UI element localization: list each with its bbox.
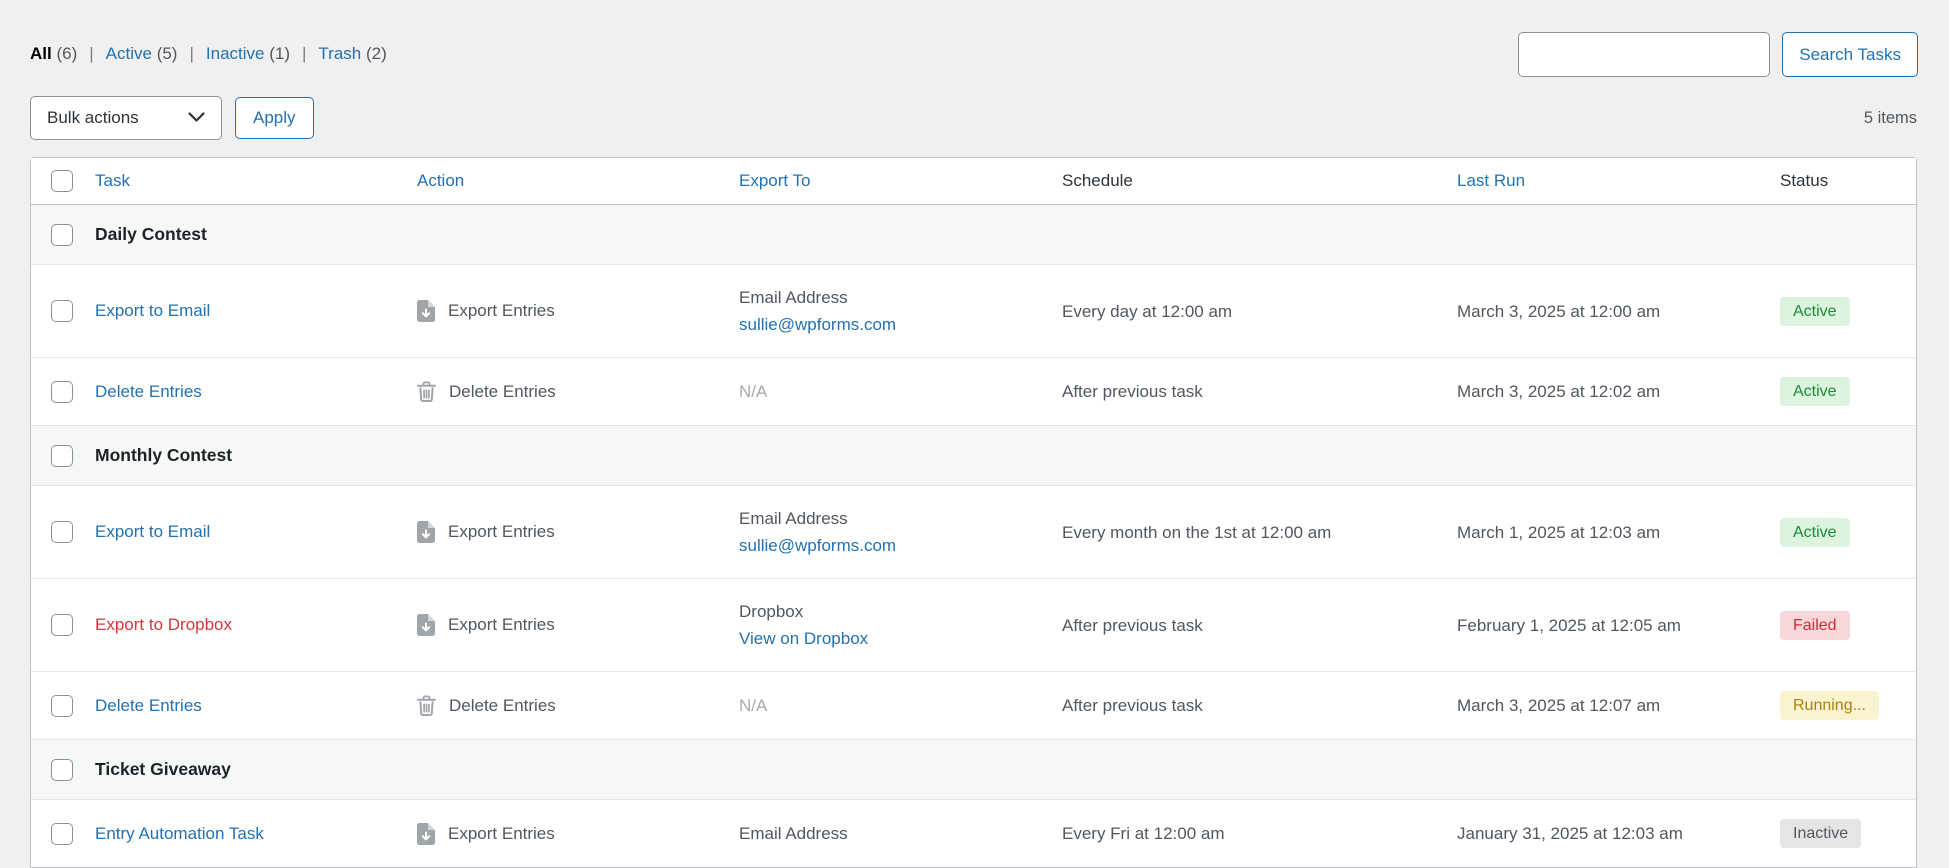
bulk-actions-label: Bulk actions xyxy=(47,108,139,128)
group-row-daily-contest: Daily Contest xyxy=(31,205,1916,265)
action-label: Export Entries xyxy=(448,824,555,844)
filter-trash[interactable]: Trash (2) xyxy=(318,44,386,63)
file-download-icon xyxy=(417,521,435,543)
last-run-value: March 3, 2025 at 12:07 am xyxy=(1457,696,1660,715)
group-title: Daily Contest xyxy=(79,205,1916,265)
task-row: Delete Entries Delete Entries N/A After pre… xyxy=(31,672,1916,740)
export-to-link[interactable]: View on Dropbox xyxy=(739,629,868,648)
last-run-value: March 3, 2025 at 12:00 am xyxy=(1457,302,1660,321)
column-header-task[interactable]: Task xyxy=(95,171,130,190)
filter-all[interactable]: All (6) xyxy=(30,44,77,63)
search-input[interactable] xyxy=(1518,32,1770,77)
row-checkbox[interactable] xyxy=(51,759,73,781)
trash-icon xyxy=(417,695,436,716)
action-label: Delete Entries xyxy=(449,696,556,716)
task-row: Export to Email Export Entries Email Addre… xyxy=(31,486,1916,579)
status-badge: Active xyxy=(1780,297,1850,326)
task-name-link[interactable]: Export to Dropbox xyxy=(95,615,232,634)
last-run-value: February 1, 2025 at 12:05 am xyxy=(1457,616,1681,635)
file-download-icon xyxy=(417,823,435,845)
action-label: Delete Entries xyxy=(449,382,556,402)
tasks-table: Task Action Export To Schedule Last Run Statu… xyxy=(30,157,1917,868)
filter-count: (2) xyxy=(366,44,387,63)
status-badge: Failed xyxy=(1780,611,1850,640)
schedule-value: After previous task xyxy=(1062,382,1203,401)
task-name-link[interactable]: Export to Email xyxy=(95,301,210,320)
action-label: Export Entries xyxy=(448,522,555,542)
filter-separator: | xyxy=(89,44,93,64)
group-row-monthly-contest: Monthly Contest xyxy=(31,426,1916,486)
apply-button[interactable]: Apply xyxy=(235,97,314,139)
trash-icon xyxy=(417,381,436,402)
last-run-value: March 1, 2025 at 12:03 am xyxy=(1457,523,1660,542)
row-checkbox[interactable] xyxy=(51,224,73,246)
export-to-value: Email Address xyxy=(739,284,1030,311)
chevron-down-icon xyxy=(188,108,205,128)
schedule-value: Every Fri at 12:00 am xyxy=(1062,824,1225,843)
task-row: Export to Email Export Entries Email Addre… xyxy=(31,265,1916,358)
export-to-value: Email Address xyxy=(739,505,1030,532)
row-checkbox[interactable] xyxy=(51,445,73,467)
row-checkbox[interactable] xyxy=(51,381,73,403)
export-to-value: N/A xyxy=(739,692,1030,719)
status-badge: Running... xyxy=(1780,691,1879,720)
schedule-value: After previous task xyxy=(1062,616,1203,635)
task-name-link[interactable]: Delete Entries xyxy=(95,382,202,401)
status-filters: All (6) | Active (5) | Inactive (1) | Trash (2… xyxy=(30,44,387,64)
file-download-icon xyxy=(417,614,435,636)
task-name-link[interactable]: Export to Email xyxy=(95,522,210,541)
filter-count: (5) xyxy=(157,44,178,63)
task-name-link[interactable]: Delete Entries xyxy=(95,696,202,715)
task-row: Delete Entries Delete Entries N/A After pre… xyxy=(31,358,1916,426)
search-tasks-button[interactable]: Search Tasks xyxy=(1782,32,1918,77)
export-to-link[interactable]: sullie@wpforms.com xyxy=(739,536,896,555)
schedule-value: Every month on the 1st at 12:00 am xyxy=(1062,523,1331,542)
action-label: Export Entries xyxy=(448,615,555,635)
filter-count: (1) xyxy=(269,44,290,63)
select-all-checkbox[interactable] xyxy=(51,170,73,192)
column-header-schedule: Schedule xyxy=(1062,171,1133,190)
filter-separator: | xyxy=(189,44,193,64)
export-to-value: Dropbox xyxy=(739,598,1030,625)
export-to-value: N/A xyxy=(739,378,1030,405)
task-row: Entry Automation Task Export Entries Email… xyxy=(31,800,1916,868)
column-header-status: Status xyxy=(1780,171,1828,190)
table-toolbar: Bulk actions Apply 5 items xyxy=(30,96,1917,140)
action-label: Export Entries xyxy=(448,301,555,321)
last-run-value: January 31, 2025 at 12:03 am xyxy=(1457,824,1683,843)
filter-inactive[interactable]: Inactive (1) xyxy=(206,44,290,63)
export-to-link[interactable]: sullie@wpforms.com xyxy=(739,315,896,334)
schedule-value: Every day at 12:00 am xyxy=(1062,302,1232,321)
filter-separator: | xyxy=(302,44,306,64)
table-header-row: Task Action Export To Schedule Last Run Statu… xyxy=(31,158,1916,205)
bulk-actions-select[interactable]: Bulk actions xyxy=(30,96,222,140)
row-checkbox[interactable] xyxy=(51,614,73,636)
status-badge: Active xyxy=(1780,518,1850,547)
column-header-action[interactable]: Action xyxy=(417,171,464,190)
group-title: Monthly Contest xyxy=(79,426,1916,486)
status-badge: Inactive xyxy=(1780,819,1861,848)
column-header-last-run[interactable]: Last Run xyxy=(1457,171,1525,190)
last-run-value: March 3, 2025 at 12:02 am xyxy=(1457,382,1660,401)
row-checkbox[interactable] xyxy=(51,300,73,322)
column-header-export-to[interactable]: Export To xyxy=(739,171,811,190)
search-area: Search Tasks xyxy=(1518,32,1918,77)
group-title: Ticket Giveaway xyxy=(79,740,1916,800)
row-checkbox[interactable] xyxy=(51,695,73,717)
items-count: 5 items xyxy=(1864,109,1917,128)
task-row: Export to Dropbox Export Entries Dropbox Vi… xyxy=(31,579,1916,672)
export-to-value: Email Address xyxy=(739,820,1030,847)
schedule-value: After previous task xyxy=(1062,696,1203,715)
group-row-ticket-giveaway: Ticket Giveaway xyxy=(31,740,1916,800)
task-name-link[interactable]: Entry Automation Task xyxy=(95,824,264,843)
row-checkbox[interactable] xyxy=(51,823,73,845)
filter-active[interactable]: Active (5) xyxy=(106,44,178,63)
row-checkbox[interactable] xyxy=(51,521,73,543)
file-download-icon xyxy=(417,300,435,322)
filter-count: (6) xyxy=(56,44,77,63)
status-badge: Active xyxy=(1780,377,1850,406)
